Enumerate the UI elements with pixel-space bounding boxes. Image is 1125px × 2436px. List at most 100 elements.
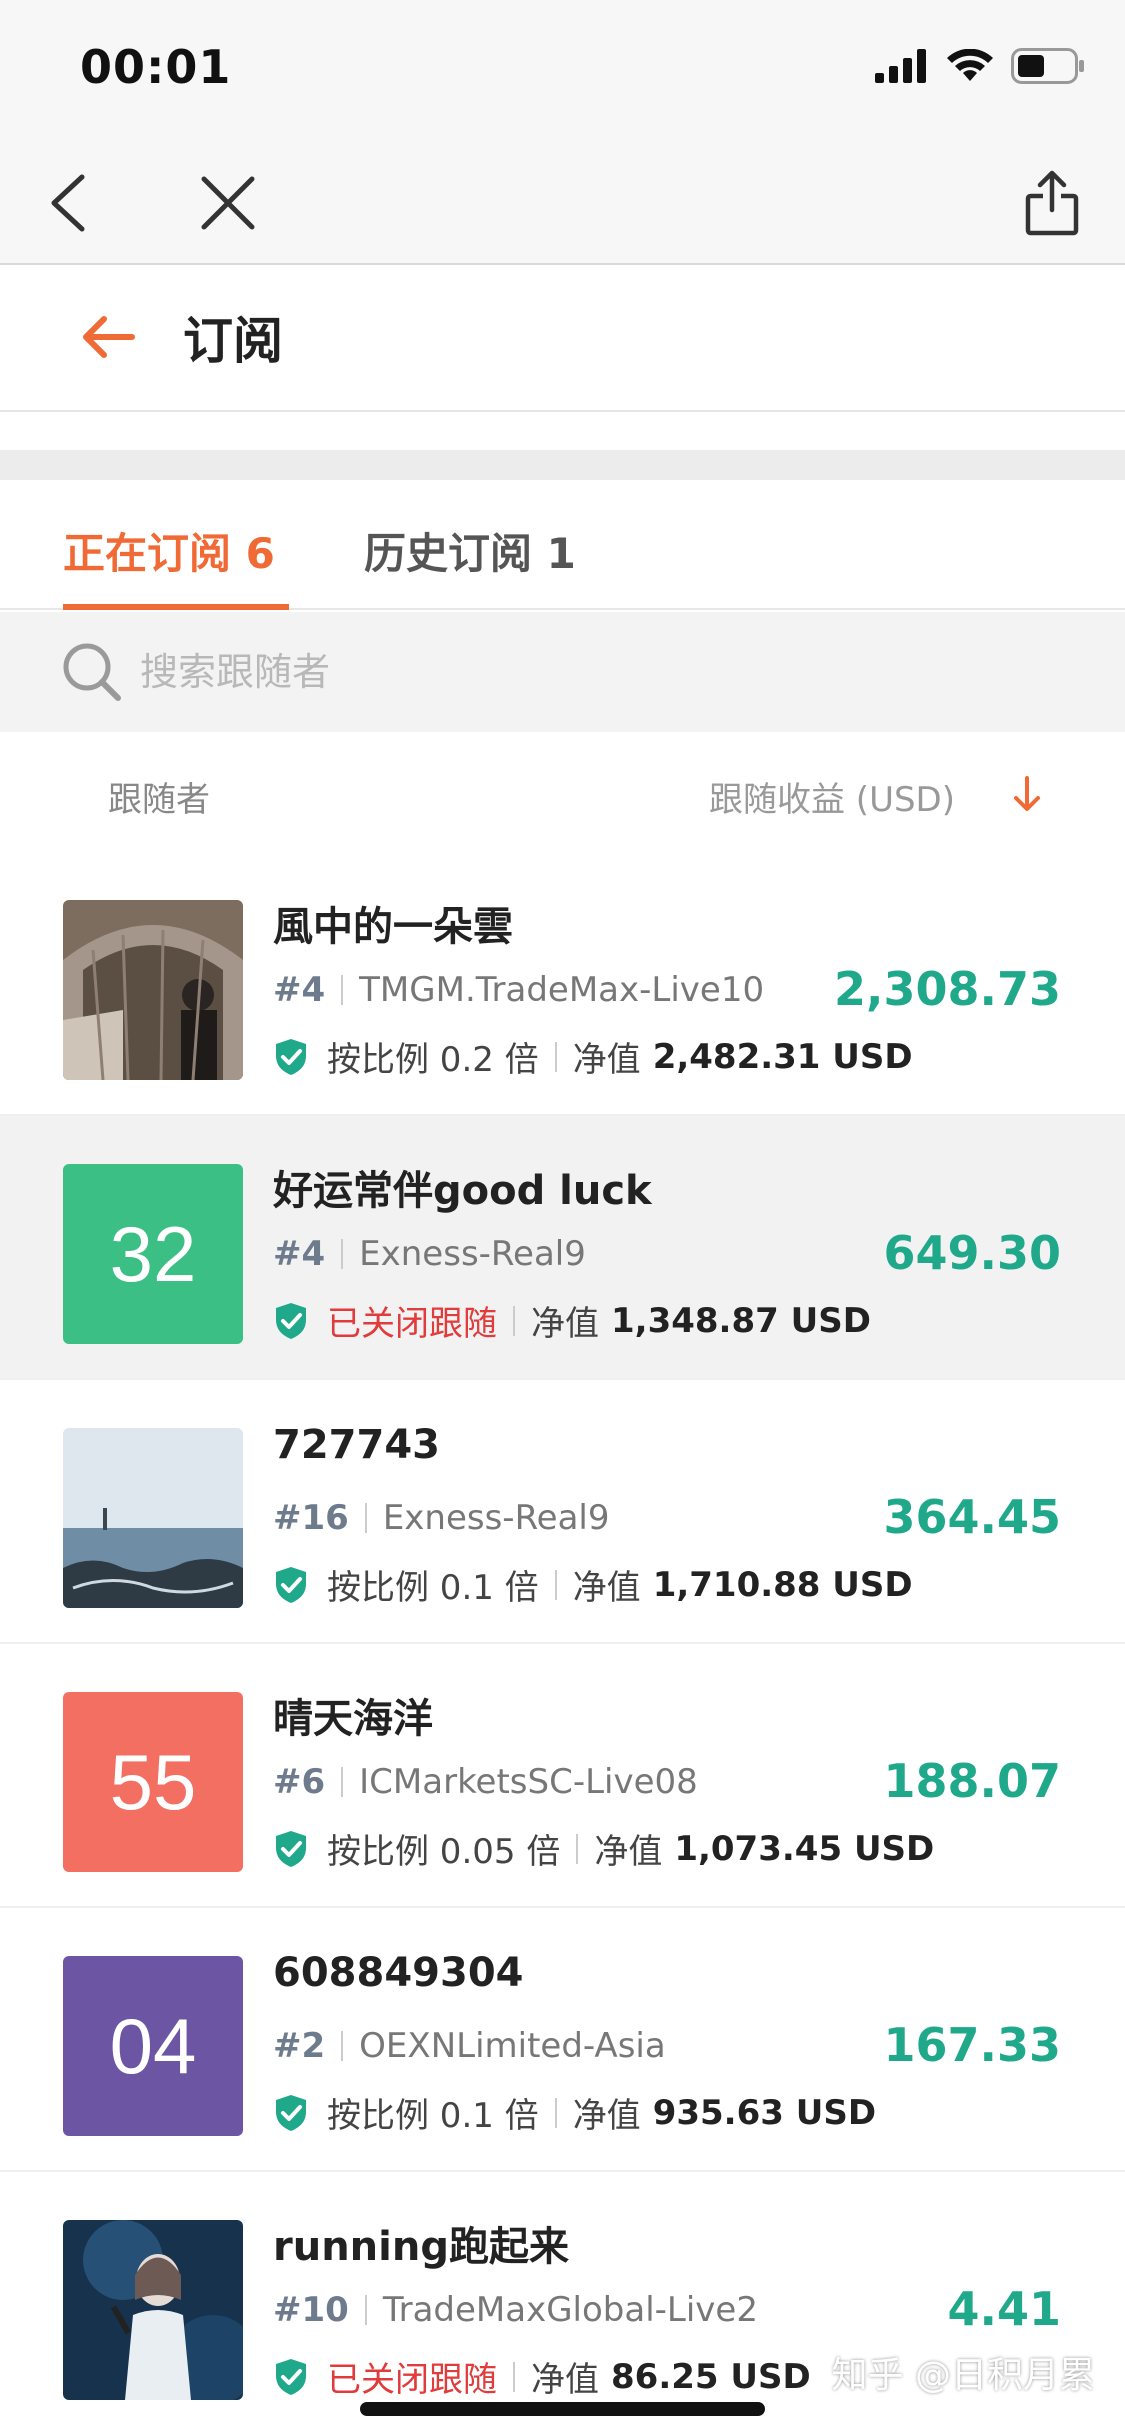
net-label: 净值 — [572, 1568, 641, 1608]
status-bar: 00:01 — [0, 0, 1125, 135]
search-box — [0, 612, 1125, 732]
follower-detail: 按比例 0.2 倍 净值 2,482.31 USD — [273, 1032, 913, 1081]
share-icon — [1025, 170, 1079, 236]
follower-profit: 188.07 — [883, 1754, 1061, 1808]
column-profit[interactable]: 跟随收益 (USD) — [709, 772, 955, 821]
shield-check-icon — [276, 2094, 306, 2131]
tunnel-photo-avatar — [63, 900, 243, 1080]
follower-name: 晴天海洋 — [273, 1696, 433, 1742]
follower-row[interactable]: 32 好运常伴good luck #4 Exness-Real9 已关闭跟随 净… — [0, 1116, 1125, 1380]
follower-profit: 364.45 — [883, 1490, 1061, 1544]
follower-rank: #4 — [273, 970, 326, 1010]
follower-detail: 按比例 0.1 倍 净值 1,710.88 USD — [273, 1560, 913, 1609]
avatar — [63, 2220, 243, 2400]
follower-row[interactable]: 04 608849304 #2 OEXNLimited-Asia 按比例 0.1… — [0, 1908, 1125, 2172]
net-value: 86.25 USD — [611, 2356, 811, 2397]
follow-status: 已关闭跟随 — [327, 2360, 497, 2400]
follower-meta: #4 TMGM.TradeMax-Live10 — [273, 970, 764, 1010]
shield-check-icon — [276, 1830, 306, 1867]
follower-meta: #4 Exness-Real9 — [273, 1234, 586, 1274]
follow-status: 按比例 0.1 倍 — [327, 2096, 539, 2136]
sort-desc-icon[interactable] — [1009, 774, 1045, 814]
net-value: 1,710.88 USD — [652, 1564, 913, 1605]
divider — [364, 1503, 367, 1533]
divider — [341, 2031, 344, 2061]
follower-detail: 按比例 0.1 倍 净值 935.63 USD — [273, 2088, 876, 2137]
follower-name: 風中的一朵雲 — [273, 904, 513, 950]
follower-detail: 已关闭跟随 净值 1,348.87 USD — [273, 1296, 871, 1345]
divider — [341, 975, 344, 1005]
follower-rank: #16 — [273, 1498, 349, 1538]
avatar — [63, 1428, 243, 1608]
follower-detail: 已关闭跟随 净值 86.25 USD — [273, 2352, 811, 2401]
app-header: 订阅 — [0, 267, 1125, 412]
avatar: 32 — [63, 1164, 243, 1344]
column-headers: 跟随者 跟随收益 (USD) — [0, 732, 1125, 852]
net-value: 1,348.87 USD — [611, 1300, 871, 1341]
net-value: 935.63 USD — [652, 2092, 877, 2133]
follower-rank: #4 — [273, 1234, 326, 1274]
follower-server: TMGM.TradeMax-Live10 — [359, 970, 765, 1010]
follow-status: 按比例 0.1 倍 — [327, 1568, 539, 1608]
shield-check-icon — [276, 1566, 306, 1603]
follow-status: 按比例 0.05 倍 — [327, 1832, 561, 1872]
follower-name: 727743 — [273, 1422, 440, 1468]
follow-status: 按比例 0.2 倍 — [327, 1040, 539, 1080]
search-icon — [63, 643, 121, 701]
avatar: 04 — [63, 1956, 243, 2136]
follower-meta: #16 Exness-Real9 — [273, 1498, 610, 1538]
follower-profit: 649.30 — [883, 1226, 1061, 1280]
net-label: 净值 — [531, 1304, 599, 1344]
net-value: 1,073.45 USD — [674, 1828, 935, 1869]
search-input[interactable] — [140, 642, 1040, 702]
follower-name: 好运常伴good luck — [273, 1168, 652, 1214]
follower-rank: #2 — [273, 2026, 326, 2066]
active-tab-indicator — [63, 604, 289, 610]
subscription-tabs: 正在订阅 6 历史订阅 1 — [0, 480, 1125, 610]
divider — [554, 1569, 557, 1600]
section-divider — [0, 450, 1125, 480]
follower-name: running跑起来 — [273, 2224, 569, 2270]
header-spacer — [0, 412, 1125, 450]
watermark: 知乎 @日积月累 — [831, 2355, 1095, 2396]
back-arrow-icon[interactable] — [78, 307, 138, 367]
browser-close-button[interactable] — [188, 163, 268, 243]
share-button[interactable] — [1012, 163, 1092, 243]
follower-profit: 2,308.73 — [834, 962, 1061, 1016]
tab-current-subscriptions[interactable]: 正在订阅 6 — [63, 520, 275, 581]
follow-status: 已关闭跟随 — [327, 1304, 497, 1344]
follower-row[interactable]: 風中的一朵雲 #4 TMGM.TradeMax-Live10 按比例 0.2 倍… — [0, 852, 1125, 1116]
browser-back-button[interactable] — [28, 163, 108, 243]
follower-row[interactable]: 727743 #16 Exness-Real9 按比例 0.1 倍 净值 1,7… — [0, 1380, 1125, 1644]
follower-rank: #6 — [273, 1762, 326, 1802]
follower-rank: #10 — [273, 2290, 349, 2330]
avatar: 55 — [63, 1692, 243, 1872]
follower-name: 608849304 — [273, 1950, 524, 1996]
tab-history-subscriptions[interactable]: 历史订阅 1 — [364, 520, 576, 581]
divider — [513, 2361, 515, 2392]
net-value: 2,482.31 USD — [652, 1036, 913, 1077]
shield-check-icon — [276, 2358, 306, 2395]
shield-check-icon — [276, 1302, 306, 1339]
follower-meta: #10 TradeMaxGlobal-Live2 — [273, 2290, 758, 2330]
wifi-icon — [947, 49, 993, 81]
status-time: 00:01 — [80, 40, 232, 94]
singer-photo-avatar — [63, 2220, 243, 2400]
divider — [554, 2097, 557, 2128]
follower-server: Exness-Real9 — [382, 1498, 610, 1538]
divider — [554, 1041, 557, 1072]
battery-icon — [1011, 48, 1084, 84]
home-indicator — [360, 2402, 765, 2416]
signal-icon — [875, 49, 926, 83]
follower-server: ICMarketsSC-Live08 — [359, 1762, 698, 1802]
follower-profit: 4.41 — [947, 2282, 1062, 2336]
divider — [341, 1767, 344, 1797]
close-icon — [201, 176, 255, 230]
follower-row[interactable]: 55 晴天海洋 #6 ICMarketsSC-Live08 按比例 0.05 倍… — [0, 1644, 1125, 1908]
page-title: 订阅 — [183, 312, 283, 370]
column-follower: 跟随者 — [108, 780, 210, 820]
divider — [341, 1239, 344, 1269]
net-label: 净值 — [572, 2096, 641, 2136]
follower-meta: #6 ICMarketsSC-Live08 — [273, 1762, 698, 1802]
divider — [576, 1833, 579, 1864]
